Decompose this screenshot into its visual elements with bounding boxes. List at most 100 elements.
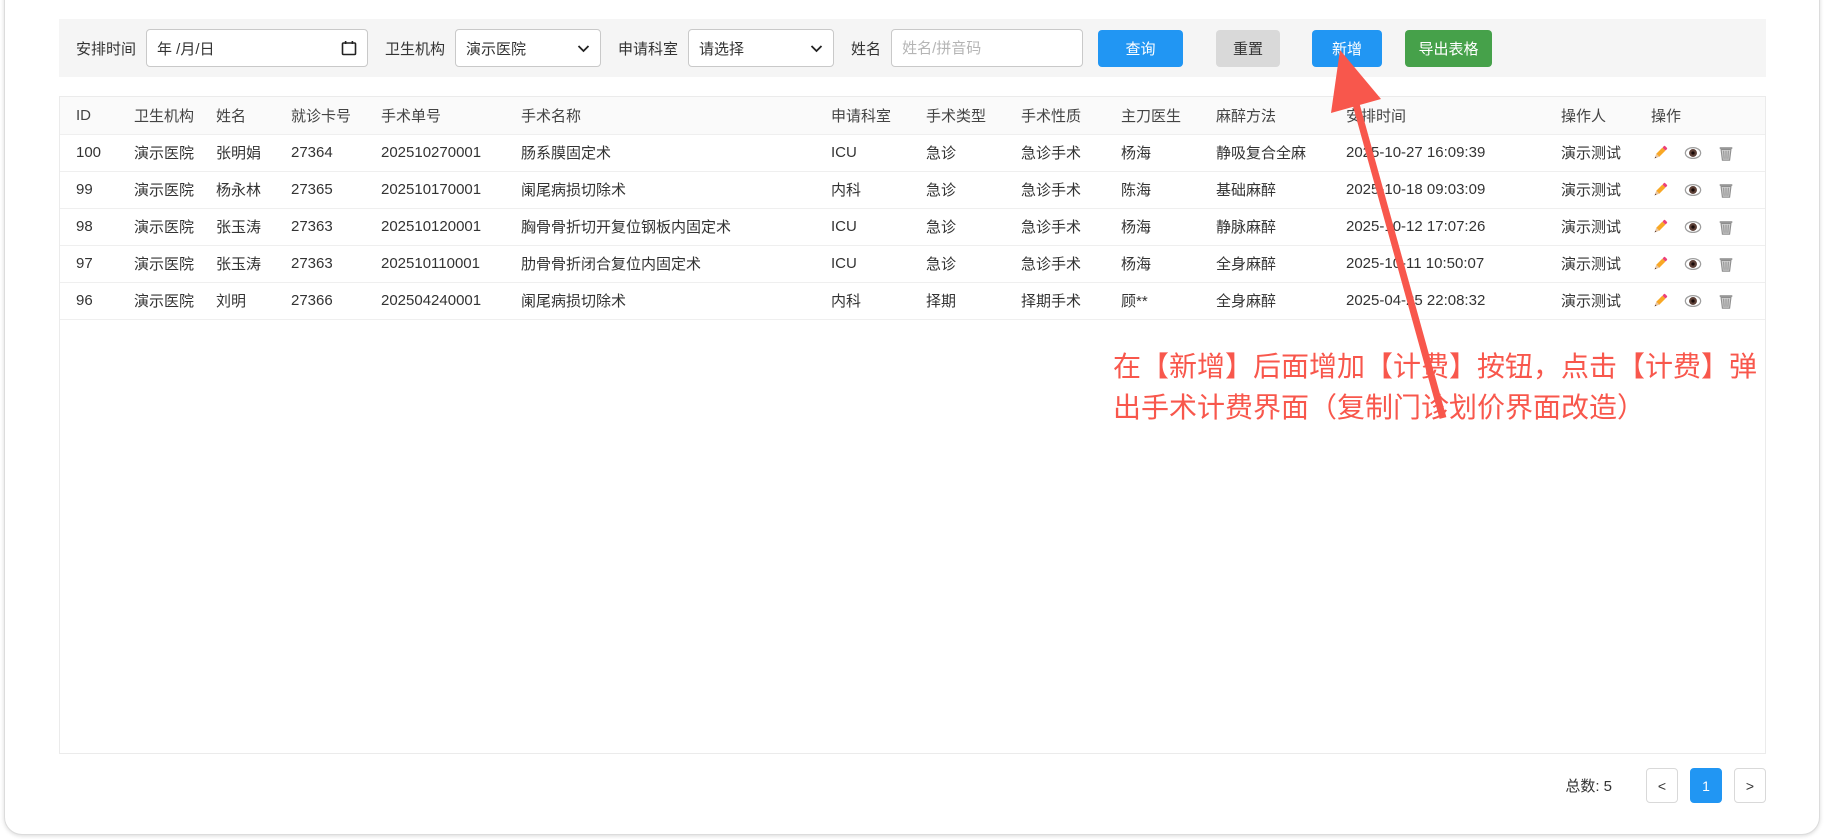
delete-trash-icon[interactable] bbox=[1717, 218, 1735, 236]
column-header: 麻醉方法 bbox=[1200, 97, 1330, 134]
cell-card_no: 27366 bbox=[275, 282, 365, 319]
cell-type: 急诊 bbox=[910, 208, 1005, 245]
org-select[interactable]: 演示医院 bbox=[455, 29, 601, 67]
cell-id: 97 bbox=[60, 245, 118, 282]
cell-surgeon: 杨海 bbox=[1105, 245, 1200, 282]
cell-surgery: 肋骨骨折闭合复位内固定术 bbox=[505, 245, 815, 282]
column-header: 手术名称 bbox=[505, 97, 815, 134]
table-row: 97演示医院张玉涛27363202510110001肋骨骨折闭合复位内固定术IC… bbox=[60, 245, 1766, 282]
dept-select[interactable]: 请选择 bbox=[688, 29, 834, 67]
view-eye-icon[interactable] bbox=[1684, 181, 1702, 199]
view-eye-icon[interactable] bbox=[1684, 255, 1702, 273]
cell-operator: 演示测试 bbox=[1545, 245, 1635, 282]
cell-card_no: 27363 bbox=[275, 245, 365, 282]
cell-name: 杨永林 bbox=[200, 171, 275, 208]
cell-nature: 择期手术 bbox=[1005, 282, 1105, 319]
table-row: 100演示医院张明娟27364202510270001肠系膜固定术ICU急诊急诊… bbox=[60, 134, 1766, 171]
delete-trash-icon[interactable] bbox=[1717, 292, 1735, 310]
edit-pencil-icon[interactable] bbox=[1651, 255, 1669, 273]
delete-trash-icon[interactable] bbox=[1717, 144, 1735, 162]
cell-nature: 急诊手术 bbox=[1005, 245, 1105, 282]
cell-operations bbox=[1635, 171, 1766, 208]
cell-nature: 急诊手术 bbox=[1005, 208, 1105, 245]
cell-operator: 演示测试 bbox=[1545, 282, 1635, 319]
annotation-line-2: 出手术计费界面（复制门诊划价界面改造） bbox=[1113, 387, 1824, 428]
cell-card_no: 27364 bbox=[275, 134, 365, 171]
export-button[interactable]: 导出表格 bbox=[1405, 30, 1492, 67]
calendar-icon[interactable] bbox=[341, 40, 357, 56]
column-header: 申请科室 bbox=[815, 97, 910, 134]
edit-pencil-icon[interactable] bbox=[1651, 292, 1669, 310]
patient-name-input[interactable] bbox=[891, 29, 1083, 67]
schedule-time-label: 安排时间 bbox=[76, 38, 136, 59]
column-header: 手术性质 bbox=[1005, 97, 1105, 134]
edit-pencil-icon[interactable] bbox=[1651, 218, 1669, 236]
cell-operations bbox=[1635, 282, 1766, 319]
delete-trash-icon[interactable] bbox=[1717, 181, 1735, 199]
column-header: 操作人 bbox=[1545, 97, 1635, 134]
cell-time: 2025-10-27 16:09:39 bbox=[1330, 134, 1545, 171]
column-header: ID bbox=[60, 97, 118, 134]
pagination: 总数: 5 < 1 > bbox=[59, 768, 1766, 803]
cell-operator: 演示测试 bbox=[1545, 171, 1635, 208]
view-eye-icon[interactable] bbox=[1684, 292, 1702, 310]
cell-org: 演示医院 bbox=[118, 245, 200, 282]
cell-org: 演示医院 bbox=[118, 171, 200, 208]
cell-dept: 内科 bbox=[815, 282, 910, 319]
cell-org: 演示医院 bbox=[118, 282, 200, 319]
cell-operations bbox=[1635, 134, 1766, 171]
cell-operations bbox=[1635, 208, 1766, 245]
delete-trash-icon[interactable] bbox=[1717, 255, 1735, 273]
cell-card_no: 27363 bbox=[275, 208, 365, 245]
total-value: 5 bbox=[1604, 778, 1612, 795]
cell-surgeon: 陈海 bbox=[1105, 171, 1200, 208]
cell-anesthesia: 静脉麻醉 bbox=[1200, 208, 1330, 245]
table-row: 96演示医院刘明27366202504240001阑尾病损切除术内科择期择期手术… bbox=[60, 282, 1766, 319]
cell-surgery: 阑尾病损切除术 bbox=[505, 282, 815, 319]
edit-pencil-icon[interactable] bbox=[1651, 144, 1669, 162]
annotation-note: 在【新增】后面增加【计费】按钮，点击【计费】弹 出手术计费界面（复制门诊划价界面… bbox=[1113, 346, 1824, 428]
cell-surgeon: 杨海 bbox=[1105, 134, 1200, 171]
cell-org: 演示医院 bbox=[118, 134, 200, 171]
cell-time: 2025-10-18 09:03:09 bbox=[1330, 171, 1545, 208]
org-label: 卫生机构 bbox=[385, 38, 445, 59]
cell-order_no: 202510120001 bbox=[365, 208, 505, 245]
next-page-button[interactable]: > bbox=[1734, 768, 1766, 803]
surgery-table: ID卫生机构姓名就诊卡号手术单号手术名称申请科室手术类型手术性质主刀医生麻醉方法… bbox=[60, 97, 1766, 320]
cell-anesthesia: 全身麻醉 bbox=[1200, 282, 1330, 319]
cell-dept: ICU bbox=[815, 245, 910, 282]
table-row: 98演示医院张玉涛27363202510120001胸骨骨折切开复位钢板内固定术… bbox=[60, 208, 1766, 245]
cell-nature: 急诊手术 bbox=[1005, 134, 1105, 171]
cell-id: 100 bbox=[60, 134, 118, 171]
prev-page-button[interactable]: < bbox=[1646, 768, 1678, 803]
page-1-button[interactable]: 1 bbox=[1690, 768, 1722, 803]
chevron-down-icon bbox=[577, 44, 590, 53]
cell-surgeon: 杨海 bbox=[1105, 208, 1200, 245]
schedule-date-input[interactable]: 年 /月/日 bbox=[146, 29, 368, 67]
cell-time: 2025-04-25 22:08:32 bbox=[1330, 282, 1545, 319]
view-eye-icon[interactable] bbox=[1684, 218, 1702, 236]
query-button[interactable]: 查询 bbox=[1098, 30, 1183, 67]
column-header: 卫生机构 bbox=[118, 97, 200, 134]
cell-order_no: 202510110001 bbox=[365, 245, 505, 282]
cell-org: 演示医院 bbox=[118, 208, 200, 245]
cell-anesthesia: 静吸复合全麻 bbox=[1200, 134, 1330, 171]
cell-anesthesia: 全身麻醉 bbox=[1200, 245, 1330, 282]
add-button[interactable]: 新增 bbox=[1312, 30, 1382, 67]
cell-operator: 演示测试 bbox=[1545, 208, 1635, 245]
table-body: 100演示医院张明娟27364202510270001肠系膜固定术ICU急诊急诊… bbox=[60, 134, 1766, 319]
edit-pencil-icon[interactable] bbox=[1651, 181, 1669, 199]
annotation-line-1: 在【新增】后面增加【计费】按钮，点击【计费】弹 bbox=[1113, 346, 1824, 387]
column-header: 主刀医生 bbox=[1105, 97, 1200, 134]
cell-id: 99 bbox=[60, 171, 118, 208]
cell-dept: 内科 bbox=[815, 171, 910, 208]
reset-button[interactable]: 重置 bbox=[1216, 30, 1280, 67]
column-header: 安排时间 bbox=[1330, 97, 1545, 134]
view-eye-icon[interactable] bbox=[1684, 144, 1702, 162]
table-header-row: ID卫生机构姓名就诊卡号手术单号手术名称申请科室手术类型手术性质主刀医生麻醉方法… bbox=[60, 97, 1766, 134]
column-header: 姓名 bbox=[200, 97, 275, 134]
cell-surgery: 胸骨骨折切开复位钢板内固定术 bbox=[505, 208, 815, 245]
cell-name: 张玉涛 bbox=[200, 245, 275, 282]
column-header: 操作 bbox=[1635, 97, 1766, 134]
dept-label: 申请科室 bbox=[618, 38, 678, 59]
